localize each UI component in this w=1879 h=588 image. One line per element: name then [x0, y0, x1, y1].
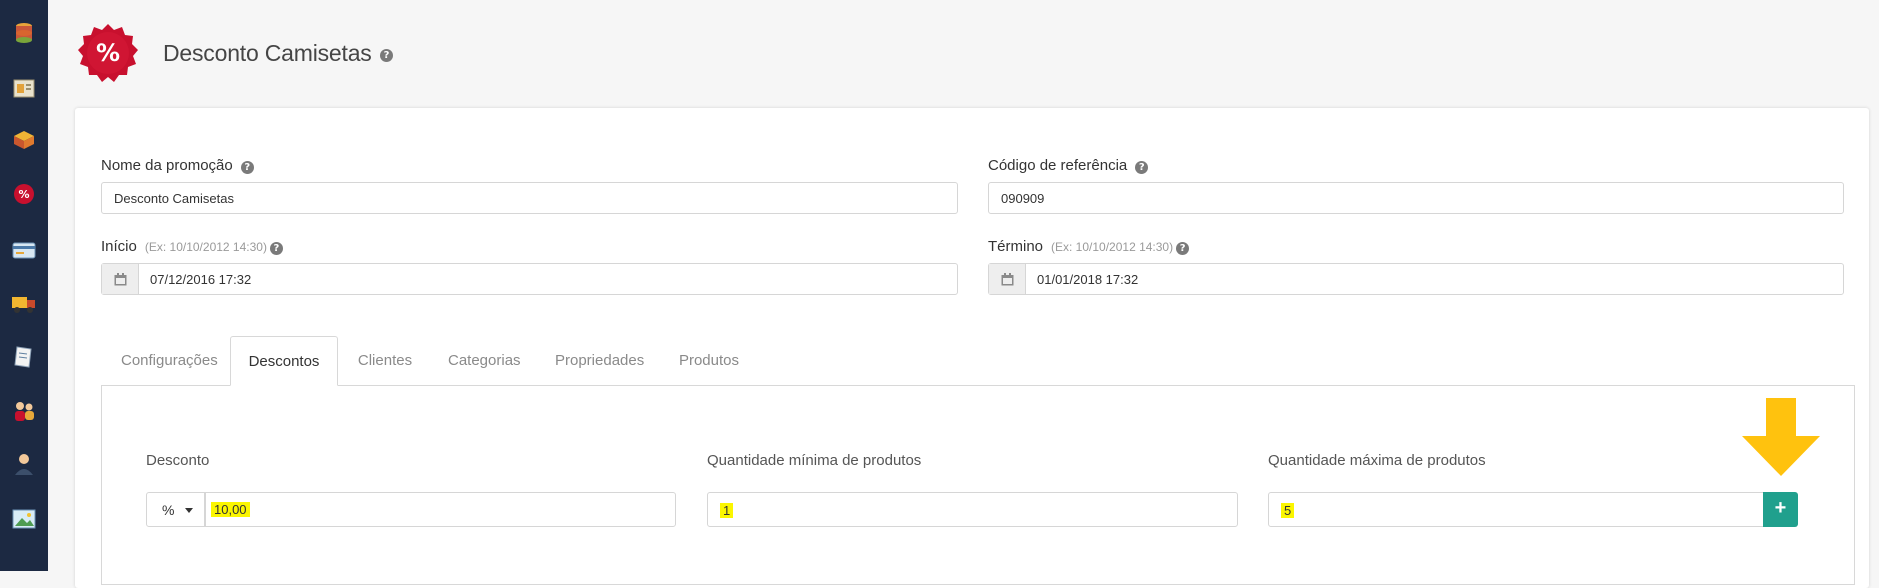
- tab-configuracoes[interactable]: Configurações: [121, 336, 218, 386]
- annotation-arrow-icon: [1742, 398, 1820, 476]
- promo-name-help-icon[interactable]: ?: [240, 161, 254, 174]
- profile-icon[interactable]: [11, 451, 37, 477]
- ref-code-value: 090909: [1001, 191, 1045, 206]
- ref-code-label-text: Código de referência: [988, 157, 1128, 174]
- start-date-value: 07/12/2016 17:32: [150, 272, 252, 287]
- start-date-input[interactable]: 07/12/2016 17:32: [101, 263, 958, 295]
- discount-label: Desconto: [146, 452, 210, 469]
- ref-code-help-icon[interactable]: ?: [1135, 161, 1149, 174]
- boxes-icon[interactable]: [11, 127, 37, 153]
- catalog-icon[interactable]: [11, 75, 37, 101]
- start-label: Início (Ex: 10/10/2012 14:30)?: [101, 238, 283, 255]
- calendar-icon[interactable]: [102, 264, 139, 294]
- end-label: Término (Ex: 10/10/2012 14:30)?: [988, 238, 1190, 255]
- ref-code-input[interactable]: 090909: [988, 182, 1844, 214]
- discount-icon[interactable]: %: [11, 181, 37, 207]
- calendar-icon[interactable]: [989, 264, 1026, 294]
- title-help-icon[interactable]: ?: [380, 49, 393, 62]
- svg-text:%: %: [18, 188, 29, 201]
- min-qty-input[interactable]: 1: [707, 492, 1238, 527]
- document-icon[interactable]: [11, 344, 37, 370]
- start-help-icon[interactable]: ?: [269, 242, 283, 255]
- chevron-down-icon: [185, 508, 193, 513]
- end-hint: (Ex: 10/10/2012 14:30): [1051, 240, 1174, 254]
- end-date-input[interactable]: 01/01/2018 17:32: [988, 263, 1844, 295]
- max-qty-input[interactable]: 5: [1268, 492, 1764, 527]
- start-hint: (Ex: 10/10/2012 14:30): [144, 240, 267, 254]
- delivery-truck-icon[interactable]: [11, 290, 37, 316]
- promotion-badge-icon: %: [76, 22, 140, 86]
- max-qty-label: Quantidade máxima de produtos: [1268, 452, 1486, 469]
- promo-name-input[interactable]: Desconto Camisetas: [101, 182, 958, 214]
- promo-name-label-text: Nome da promoção: [101, 157, 233, 174]
- promo-name-label: Nome da promoção?: [101, 157, 254, 174]
- tab-clientes[interactable]: Clientes: [357, 336, 413, 386]
- add-range-button[interactable]: +: [1763, 492, 1798, 527]
- ref-code-label: Código de referência?: [988, 157, 1149, 174]
- tab-categorias[interactable]: Categorias: [448, 336, 521, 386]
- discount-type-value: %: [162, 502, 175, 518]
- end-help-icon[interactable]: ?: [1176, 242, 1190, 255]
- start-label-text: Início: [101, 238, 137, 255]
- min-qty-value: 1: [720, 503, 734, 518]
- tab-bar: Configurações Descontos Clientes Categor…: [101, 336, 1855, 386]
- database-icon[interactable]: [11, 20, 37, 46]
- discount-type-select[interactable]: %: [146, 492, 205, 527]
- svg-text:%: %: [96, 39, 120, 67]
- discounts-tab-content: [101, 385, 1855, 585]
- tab-propriedades[interactable]: Propriedades: [555, 336, 644, 386]
- users-icon[interactable]: [11, 398, 37, 424]
- end-date-value: 01/01/2018 17:32: [1037, 272, 1139, 287]
- discount-value-input[interactable]: 10,00: [205, 492, 676, 527]
- sidebar: %: [0, 0, 48, 571]
- discount-value: 10,00: [211, 502, 250, 517]
- max-qty-value: 5: [1281, 503, 1295, 518]
- page-title: Desconto Camisetas: [163, 40, 372, 66]
- tab-descontos[interactable]: Descontos: [230, 336, 338, 386]
- tab-produtos[interactable]: Produtos: [678, 336, 740, 386]
- picture-icon[interactable]: [11, 506, 37, 532]
- promo-name-value: Desconto Camisetas: [114, 191, 234, 206]
- end-label-text: Término: [988, 238, 1044, 255]
- payment-card-icon[interactable]: [11, 237, 37, 263]
- min-qty-label: Quantidade mínima de produtos: [707, 452, 922, 469]
